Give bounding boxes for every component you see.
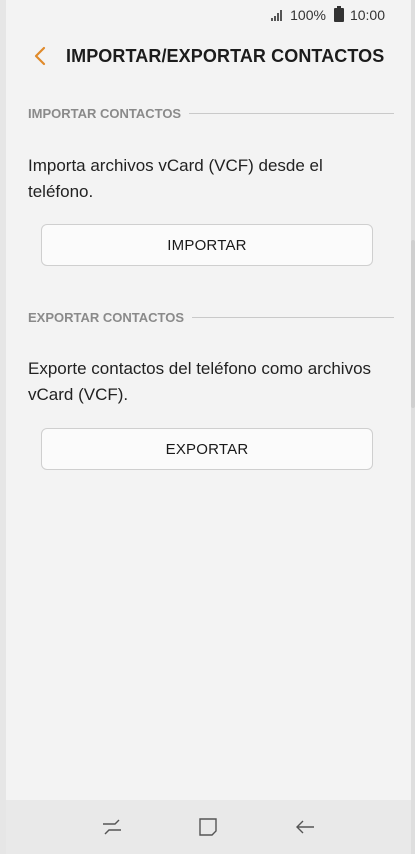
status-bar: 100% 10:00 [6,0,411,30]
back-arrow-icon [295,820,314,834]
device-side-key [411,240,415,408]
recent-apps-icon [103,819,122,835]
import-section-header: IMPORTAR CONTACTOS [28,106,394,121]
import-description: Importa archivos vCard (VCF) desde el te… [28,156,323,201]
page-title: IMPORTAR/EXPORTAR CONTACTOS [66,45,385,66]
import-button[interactable]: IMPORTAR [41,224,373,266]
chevron-left-icon [34,46,46,66]
back-nav-button[interactable] [285,807,325,847]
clock: 10:00 [349,7,385,23]
home-icon [199,818,218,836]
device-frame-left [0,0,6,854]
export-section-label: EXPORTAR CONTACTOS [28,310,185,325]
device-frame-right [411,0,415,854]
section-divider [189,113,394,114]
navigation-bar [6,800,411,854]
back-button[interactable] [18,34,62,78]
export-section-header: EXPORTAR CONTACTOS [28,310,394,325]
export-description: Exporte contactos del teléfono como arch… [28,359,372,404]
section-divider [192,317,394,318]
import-section-label: IMPORTAR CONTACTOS [28,106,182,121]
home-button[interactable] [188,807,228,847]
battery-percent: 100% [290,7,326,23]
app-header: IMPORTAR/EXPORTAR CONTACTOS [6,30,411,82]
recent-apps-button[interactable] [92,807,132,847]
signal-icon [271,9,283,21]
export-button[interactable]: EXPORTAR [41,428,373,470]
battery-icon [333,6,344,22]
